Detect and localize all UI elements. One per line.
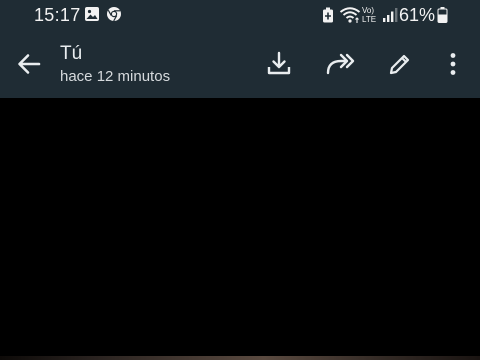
arrow-back-icon [18, 54, 41, 74]
signal-icon [383, 8, 398, 22]
wifi-icon [339, 7, 361, 23]
volte-label-bottom: LTE [362, 15, 377, 24]
status-right-icons: Vo) LTE 61% [0, 0, 480, 30]
forward-button[interactable] [324, 49, 355, 79]
more-options-icon [450, 53, 456, 75]
back-button[interactable] [14, 49, 44, 79]
download-icon [267, 51, 291, 75]
forward-icon [326, 53, 355, 75]
edit-icon [389, 54, 410, 75]
media-image-edge [0, 356, 480, 360]
app-bar: Tú hace 12 minutos [0, 30, 480, 98]
message-timestamp: hace 12 minutos [60, 68, 171, 85]
volte-icon: Vo) LTE [362, 6, 380, 24]
battery-percent: 61% [398, 5, 435, 25]
battery-saver-icon [323, 7, 333, 23]
media-viewer[interactable] [0, 98, 480, 360]
more-options-button[interactable] [438, 49, 468, 79]
contact-title[interactable]: Tú [60, 43, 82, 65]
battery-icon [437, 7, 448, 23]
volte-label-top: Vo) [362, 6, 375, 15]
status-bar: 15:17 Vo) LTE 61% [0, 0, 480, 30]
edit-button[interactable] [385, 49, 415, 79]
download-button[interactable] [264, 49, 294, 79]
